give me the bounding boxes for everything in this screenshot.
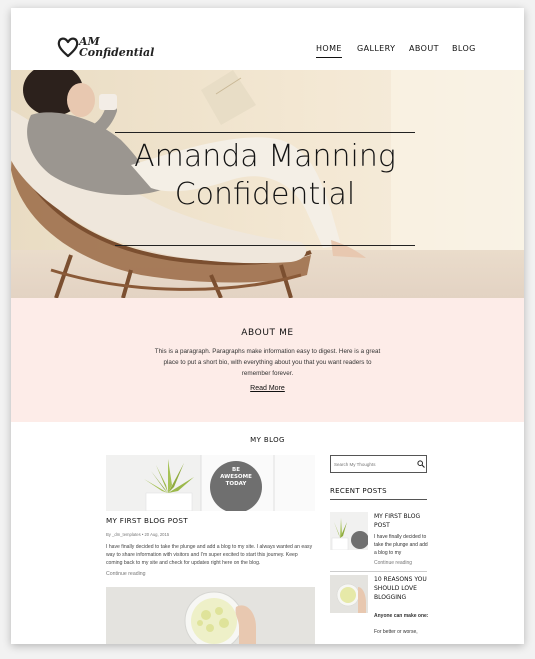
lemon-water-thumb <box>330 575 368 613</box>
recent-post-title-1[interactable]: MY FIRST BLOG POST <box>374 512 430 530</box>
plant-and-sign-photo <box>106 455 315 511</box>
about-section: ABOUT ME This is a paragraph. Paragraphs… <box>11 298 524 422</box>
hero-title-line1: Amanda Manning <box>134 139 396 174</box>
recent-post-continue-1[interactable]: Continue reading <box>374 560 412 566</box>
logo-text: AM Confidential <box>79 35 155 59</box>
search-icon[interactable] <box>417 460 425 468</box>
search-input[interactable] <box>332 457 416 471</box>
about-title: ABOUT ME <box>241 328 294 338</box>
post-image-2[interactable] <box>106 587 315 644</box>
recent-posts-rule <box>330 499 427 500</box>
nav-home[interactable]: HOME <box>316 44 342 58</box>
heart-logo-icon <box>57 37 79 58</box>
about-text: This is a paragraph. Paragraphs make inf… <box>154 348 381 377</box>
search-box <box>330 455 427 473</box>
hero-top-rule <box>115 132 415 133</box>
nav-blog[interactable]: BLOG <box>452 44 476 53</box>
plant-thumb <box>330 512 368 550</box>
nav-gallery[interactable]: GALLERY <box>357 44 395 53</box>
post-meta: By _dm_templates • 20 Aug, 2015 <box>106 532 170 537</box>
recent-post-thumb-1[interactable] <box>330 512 368 550</box>
sign-text: BE AWESOME TODAY <box>220 467 252 487</box>
hero-title: Amanda Manning Confidential <box>115 140 415 211</box>
recent-posts-divider <box>330 571 427 572</box>
hero-banner: Amanda Manning Confidential <box>11 70 524 298</box>
recent-post-excerpt-2: For better or worse, <box>374 629 418 635</box>
recent-posts-title: RECENT POSTS <box>330 487 387 495</box>
recent-post-excerpt-2-bold: Anyone can make one: <box>374 613 429 619</box>
lemon-water-photo <box>106 587 315 644</box>
nav-about[interactable]: ABOUT <box>409 44 439 53</box>
post-excerpt: I have finally decided to take the plung… <box>106 544 313 566</box>
continue-reading-link[interactable]: Continue reading <box>106 571 146 577</box>
read-more-link[interactable]: Read More <box>11 385 524 392</box>
blog-section-title: MY BLOG <box>250 436 285 444</box>
page: AM Confidential HOME GALLERY ABOUT BLOG <box>11 8 524 644</box>
hero-title-line2: Confidential <box>174 177 356 212</box>
recent-post-title-2[interactable]: 10 REASONS YOU SHOULD LOVE BLOGGING <box>374 575 430 602</box>
hero-bottom-rule <box>115 245 415 246</box>
post-image[interactable]: BE AWESOME TODAY <box>106 455 315 511</box>
recent-post-thumb-2[interactable] <box>330 575 368 613</box>
site-header: AM Confidential HOME GALLERY ABOUT BLOG <box>11 8 524 70</box>
post-title[interactable]: MY FIRST BLOG POST <box>106 516 188 525</box>
recent-post-excerpt-1: I have finally decided to take the plung… <box>374 534 428 556</box>
